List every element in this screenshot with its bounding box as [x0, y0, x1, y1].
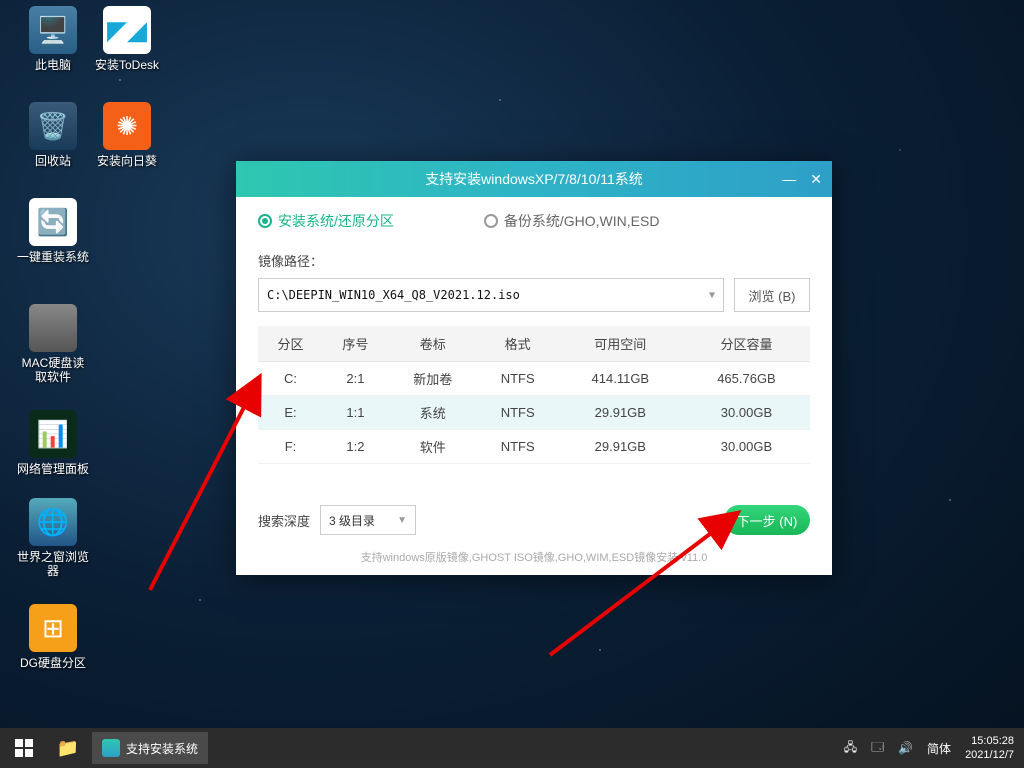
start-button[interactable] [0, 728, 48, 768]
desktop-icon-label: DG硬盘分区 [16, 656, 90, 670]
reinstall-icon: 🔄 [29, 198, 77, 246]
table-cell: NTFS [478, 430, 558, 464]
next-button[interactable]: 下一步 (N) [724, 505, 810, 535]
dialog-titlebar[interactable]: 支持安装windowsXP/7/8/10/11系统 — ✕ [236, 161, 832, 197]
clock-date: 2021/12/7 [965, 748, 1014, 762]
network-icon: 📊 [29, 410, 77, 458]
table-cell: 414.11GB [558, 362, 683, 396]
search-depth-value: 3 级目录 [329, 512, 375, 529]
close-button[interactable]: ✕ [810, 171, 822, 188]
app-icon [102, 739, 120, 757]
sunflower-icon: ✺ [103, 102, 151, 150]
table-cell: 30.00GB [683, 430, 810, 464]
table-cell: 新加卷 [388, 362, 478, 396]
ime-indicator[interactable]: 简体 [927, 740, 951, 757]
desktop-icon-sunflower[interactable]: ✺ 安装向日葵 [90, 102, 164, 168]
search-depth-label: 搜索深度 [258, 511, 310, 530]
desktop-icon-mac-reader[interactable]: MAC硬盘读取软件 [16, 304, 90, 384]
table-cell: E: [258, 396, 323, 430]
table-cell: 465.76GB [683, 362, 810, 396]
radio-label: 备份系统/GHO,WIN,ESD [504, 211, 660, 231]
radio-backup[interactable]: 备份系统/GHO,WIN,ESD [484, 211, 660, 231]
col-free: 可用空间 [558, 326, 683, 362]
col-volume: 卷标 [388, 326, 478, 362]
image-path-value: C:\DEEPIN_WIN10_X64_Q8_V2021.12.iso [267, 288, 520, 302]
path-label: 镜像路径： [258, 251, 810, 270]
table-cell: 软件 [388, 430, 478, 464]
desktop-icon-dg-partition[interactable]: ⊞ DG硬盘分区 [16, 604, 90, 670]
desktop-icon-recycle-bin[interactable]: 🗑️ 回收站 [16, 102, 90, 168]
desktop-icon-label: 世界之窗浏览器 [16, 550, 90, 578]
trash-icon: 🗑️ [29, 102, 77, 150]
dialog-title: 支持安装windowsXP/7/8/10/11系统 [425, 169, 643, 189]
desktop-icon-todesk[interactable]: ◤◢ 安装ToDesk [90, 6, 164, 72]
dialog-footer-note: 支持windows原版镜像,GHOST ISO镜像,GHO,WIM,ESD镜像安… [258, 549, 810, 565]
col-format: 格式 [478, 326, 558, 362]
desktop-icon-label: 安装ToDesk [90, 58, 164, 72]
taskbar: 📁 支持安装系统 🖧 🗔 🔊 简体 15:05:28 2021/12/7 [0, 728, 1024, 768]
system-tray: 🖧 🗔 🔊 简体 15:05:28 2021/12/7 [844, 734, 1024, 762]
taskbar-active-app[interactable]: 支持安装系统 [92, 732, 208, 764]
table-row[interactable]: F:1:2软件NTFS29.91GB30.00GB [258, 430, 810, 464]
network-tray-icon[interactable]: 🖧 [844, 738, 857, 759]
table-cell: NTFS [478, 362, 558, 396]
table-cell: C: [258, 362, 323, 396]
radio-dot-icon [258, 214, 272, 228]
desktop-icon-label: MAC硬盘读取软件 [16, 356, 90, 384]
apple-icon [29, 304, 77, 352]
table-cell: NTFS [478, 396, 558, 430]
chevron-down-icon: ▼ [397, 515, 407, 526]
table-cell: 29.91GB [558, 396, 683, 430]
taskbar-clock[interactable]: 15:05:28 2021/12/7 [965, 734, 1014, 762]
table-cell: 29.91GB [558, 430, 683, 464]
globe-icon: 🌐 [29, 498, 77, 546]
table-cell: 1:2 [323, 430, 388, 464]
windows-logo-icon [15, 739, 33, 757]
desktop-icon-world-browser[interactable]: 🌐 世界之窗浏览器 [16, 498, 90, 578]
col-partition: 分区 [258, 326, 323, 362]
monitor-icon: 🖥️ [29, 6, 77, 54]
partition-icon: ⊞ [29, 604, 77, 652]
radio-label: 安装系统/还原分区 [278, 211, 394, 231]
table-cell: F: [258, 430, 323, 464]
desktop-icon-label: 一键重装系统 [16, 250, 90, 264]
desktop-icon-label: 此电脑 [16, 58, 90, 72]
action-center-icon[interactable]: 🗔 [871, 738, 884, 759]
table-cell: 系统 [388, 396, 478, 430]
desktop-icon-net-panel[interactable]: 📊 网络管理面板 [16, 410, 90, 476]
browse-button[interactable]: 浏览 (B) [734, 278, 810, 312]
desktop-icon-label: 网络管理面板 [16, 462, 90, 476]
desktop-icon-this-pc[interactable]: 🖥️ 此电脑 [16, 6, 90, 72]
table-row[interactable]: C:2:1新加卷NTFS414.11GB465.76GB [258, 362, 810, 396]
chevron-down-icon: ▼ [709, 290, 715, 301]
search-depth-dropdown[interactable]: 3 级目录 ▼ [320, 505, 416, 535]
table-row[interactable]: E:1:1系统NTFS29.91GB30.00GB [258, 396, 810, 430]
volume-icon[interactable]: 🔊 [898, 741, 913, 755]
install-dialog: 支持安装windowsXP/7/8/10/11系统 — ✕ 安装系统/还原分区 … [236, 161, 832, 575]
desktop-icon-label: 安装向日葵 [90, 154, 164, 168]
col-sequence: 序号 [323, 326, 388, 362]
image-path-dropdown[interactable]: C:\DEEPIN_WIN10_X64_Q8_V2021.12.iso ▼ [258, 278, 724, 312]
radio-install-restore[interactable]: 安装系统/还原分区 [258, 211, 394, 231]
desktop-icon-label: 回收站 [16, 154, 90, 168]
radio-dot-icon [484, 214, 498, 228]
table-cell: 1:1 [323, 396, 388, 430]
folder-icon: 📁 [57, 738, 79, 759]
minimize-button[interactable]: — [782, 171, 796, 187]
taskbar-app-title: 支持安装系统 [126, 740, 198, 757]
partition-table: 分区 序号 卷标 格式 可用空间 分区容量 C:2:1新加卷NTFS414.11… [258, 326, 810, 464]
table-cell: 2:1 [323, 362, 388, 396]
clock-time: 15:05:28 [965, 734, 1014, 748]
table-cell: 30.00GB [683, 396, 810, 430]
desktop-icon-reinstall[interactable]: 🔄 一键重装系统 [16, 198, 90, 264]
col-capacity: 分区容量 [683, 326, 810, 362]
taskbar-file-explorer[interactable]: 📁 [48, 728, 88, 768]
table-header-row: 分区 序号 卷标 格式 可用空间 分区容量 [258, 326, 810, 362]
todesk-icon: ◤◢ [103, 6, 151, 54]
